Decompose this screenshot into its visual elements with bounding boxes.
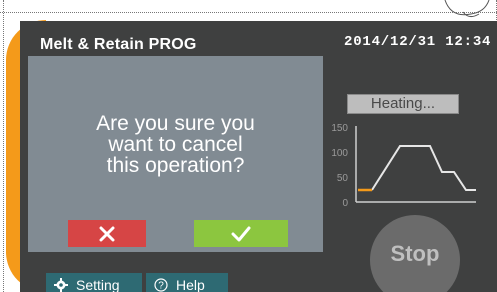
tab-help[interactable]: ? Help: [146, 273, 228, 292]
document-top-border: [0, 12, 497, 13]
cancel-button[interactable]: [68, 220, 146, 247]
profile-curve: [371, 145, 476, 191]
tab-help-label: Help: [176, 277, 205, 292]
dialog-message-line: want to cancel: [108, 133, 243, 156]
tab-setting-label: Setting: [76, 277, 120, 292]
help-icon: ?: [154, 278, 168, 292]
svg-text:?: ?: [158, 281, 164, 292]
status-indicator: Heating...: [347, 94, 459, 114]
page-curl-decoration: [444, 0, 490, 18]
temperature-profile-graph: [355, 126, 476, 203]
dialog-message-line: Are you sure you: [96, 112, 255, 135]
date-time-display: 2014/12/31 12:34: [344, 34, 492, 50]
dialog-message: Are you sure you want to cancel this ope…: [28, 113, 323, 176]
x-icon: [99, 226, 115, 241]
gear-icon: [54, 278, 68, 292]
program-title: Melt & Retain PROG: [40, 36, 197, 53]
tab-setting[interactable]: Setting: [46, 273, 142, 292]
dialog-message-line: this operation?: [106, 154, 245, 177]
check-icon: [231, 226, 251, 241]
confirm-button[interactable]: [194, 220, 288, 247]
